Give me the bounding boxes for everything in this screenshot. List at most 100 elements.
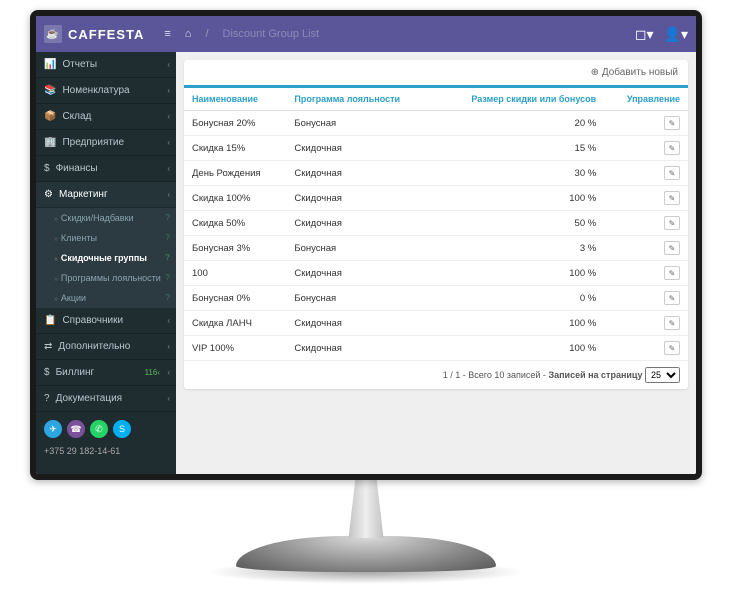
cell-name: VIP 100% — [184, 336, 286, 361]
sidebar-icon-6: 📋 — [44, 315, 56, 326]
sidebar-icon-3: 🏢 — [44, 137, 56, 148]
cell-val: 30 % — [434, 161, 605, 186]
sidebar-item-1[interactable]: 📚Номенклатура‹ — [36, 78, 176, 104]
sidebar-item-2[interactable]: 📦Склад‹ — [36, 104, 176, 130]
help-icon[interactable]: ? — [166, 293, 170, 302]
sidebar-icon-8: $ — [44, 367, 50, 378]
cell-name: Бонусная 20% — [184, 111, 286, 136]
cell-val: 0 % — [434, 286, 605, 311]
edit-icon[interactable]: ✎ — [664, 341, 680, 355]
cell-val: 3 % — [434, 236, 605, 261]
col-value[interactable]: Размер скидки или бонусов — [434, 88, 605, 111]
viber-icon[interactable]: ☎ — [67, 420, 85, 438]
edit-icon[interactable]: ✎ — [664, 291, 680, 305]
sidebar-label-0: Отчеты — [62, 59, 97, 70]
phone-text: +375 29 182-14-61 — [36, 446, 176, 462]
chevron-icon: ‹ — [167, 164, 170, 173]
cell-name: Скидка 15% — [184, 136, 286, 161]
cell-name: 100 — [184, 261, 286, 286]
sidebar-sub-1[interactable]: »Клиенты? — [36, 228, 176, 248]
sidebar-label-4: Финансы — [56, 163, 98, 174]
edit-icon[interactable]: ✎ — [664, 141, 680, 155]
data-panel: Добавить новый Наименование Программа ло… — [184, 60, 688, 389]
sidebar-item-3[interactable]: 🏢Предприятие‹ — [36, 130, 176, 156]
sidebar-label-2: Склад — [62, 111, 91, 122]
edit-icon[interactable]: ✎ — [664, 191, 680, 205]
pager-info: 1 / 1 - Всего 10 записей - — [443, 370, 546, 380]
edit-icon[interactable]: ✎ — [664, 241, 680, 255]
cell-name: День Рождения — [184, 161, 286, 186]
sidebar-sub-2[interactable]: »Скидочные группы? — [36, 248, 176, 268]
pager: 1 / 1 - Всего 10 записей - Записей на ст… — [184, 361, 688, 389]
table-row: Скидка ЛАНЧСкидочная100 %✎ — [184, 311, 688, 336]
user-dropdown[interactable]: 👤▾ — [664, 26, 688, 43]
help-icon[interactable]: ? — [166, 273, 170, 282]
add-dropdown[interactable]: ◻▾ — [635, 26, 654, 43]
col-program[interactable]: Программа лояльности — [286, 88, 433, 111]
cell-val: 20 % — [434, 111, 605, 136]
edit-icon[interactable]: ✎ — [664, 216, 680, 230]
sidebar-item-9[interactable]: ?Документация‹ — [36, 386, 176, 412]
table-row: Скидка 50%Скидочная50 %✎ — [184, 211, 688, 236]
sidebar-item-8[interactable]: $Биллинг116‹‹ — [36, 360, 176, 386]
breadcrumb-sep: / — [205, 28, 208, 40]
skype-icon[interactable]: S — [113, 420, 131, 438]
sidebar-item-0[interactable]: 📊Отчеты‹ — [36, 52, 176, 78]
table-row: Бонусная 0%Бонусная0 % ✎ — [184, 286, 688, 311]
add-new-button[interactable]: Добавить новый — [591, 67, 678, 78]
sidebar-label-1: Номенклатура — [62, 85, 129, 96]
social-row: ✈ ☎ ✆ S — [36, 412, 176, 446]
main-content: Добавить новый Наименование Программа ло… — [176, 52, 696, 474]
cell-val: 100 % — [434, 336, 605, 361]
sidebar-sub-3[interactable]: »Программы лояльности? — [36, 268, 176, 288]
menu-icon[interactable]: ≡ — [164, 28, 170, 40]
cell-prog: Скидочная — [286, 136, 433, 161]
col-name[interactable]: Наименование — [184, 88, 286, 111]
brand-text: CAFFESTA — [68, 27, 144, 42]
logo-icon: ☕ — [44, 25, 62, 43]
page-size-select[interactable]: 25 — [645, 367, 680, 383]
help-icon[interactable]: ? — [166, 233, 170, 242]
cell-prog: Скидочная — [286, 336, 433, 361]
cell-name: Скидка ЛАНЧ — [184, 311, 286, 336]
cell-name: Скидка 100% — [184, 186, 286, 211]
sidebar-item-7[interactable]: ⇄Дополнительно‹ — [36, 334, 176, 360]
home-icon[interactable]: ⌂ — [185, 28, 192, 40]
breadcrumb-text: Discount Group List — [223, 28, 320, 40]
cell-prog: Скидочная — [286, 311, 433, 336]
edit-icon[interactable]: ✎ — [664, 166, 680, 180]
edit-icon[interactable]: ✎ — [664, 316, 680, 330]
cell-prog: Бонусная — [286, 286, 433, 311]
cell-val: 15 % — [434, 136, 605, 161]
chevron-icon: ‹ — [167, 190, 170, 199]
help-icon[interactable]: ? — [165, 253, 170, 262]
cell-prog: Бонусная — [286, 111, 433, 136]
sidebar-sub-0[interactable]: »Скидки/Надбавки? — [36, 208, 176, 228]
discount-table: Наименование Программа лояльности Размер… — [184, 88, 688, 361]
edit-icon[interactable]: ✎ — [664, 116, 680, 130]
cell-prog: Скидочная — [286, 186, 433, 211]
col-manage: Управление — [604, 88, 688, 111]
brand: ☕ CAFFESTA — [44, 25, 144, 43]
help-icon[interactable]: ? — [166, 213, 170, 222]
sidebar-badge-8: 116‹ — [145, 368, 160, 377]
telegram-icon[interactable]: ✈ — [44, 420, 62, 438]
edit-icon[interactable]: ✎ — [664, 266, 680, 280]
table-row: Скидка 100%Скидочная100 % ✎ — [184, 186, 688, 211]
whatsapp-icon[interactable]: ✆ — [90, 420, 108, 438]
cell-val: 100 % — [434, 186, 605, 211]
sidebar: 📊Отчеты‹ 📚 Номенклатура ‹ 📦Склад‹🏢Предприяти… — [36, 52, 176, 474]
cell-name: Бонусная 0% — [184, 286, 286, 311]
sidebar-icon-1: 📚 — [44, 85, 56, 96]
sidebar-item-4[interactable]: $Финансы‹ — [36, 156, 176, 182]
sidebar-item-6[interactable]: 📋Справочники‹ — [36, 308, 176, 334]
pager-label: Записей на страницу — [548, 370, 642, 380]
cell-prog: Скидочная — [286, 161, 433, 186]
cell-val: 50 % — [434, 211, 605, 236]
sidebar-sub-4[interactable]: »Акции? — [36, 288, 176, 308]
cell-prog: Бонусная — [286, 236, 433, 261]
sidebar-label-8: Биллинг — [56, 367, 95, 378]
sidebar-label-6: Справочники — [62, 315, 123, 326]
sidebar-item-5[interactable]: ⚙Маркетинг‹ — [36, 182, 176, 208]
chevron-icon: ‹ — [167, 138, 170, 147]
